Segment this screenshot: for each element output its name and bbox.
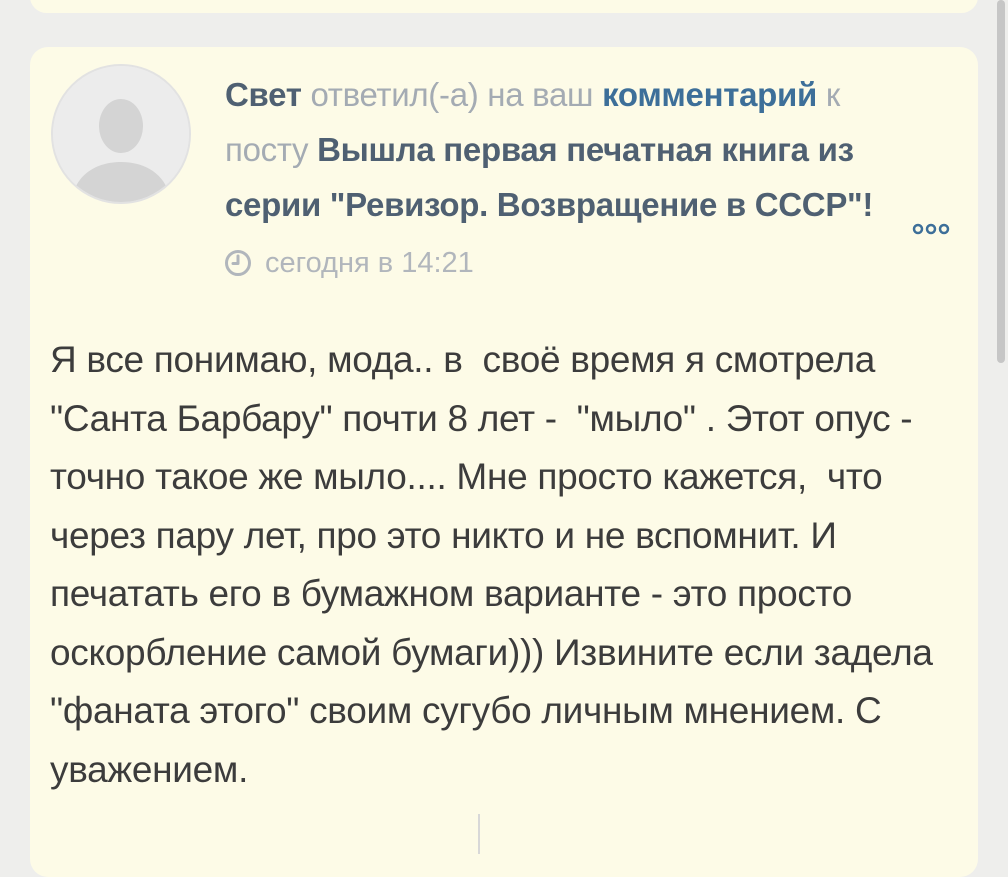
clock-icon — [225, 250, 251, 276]
scrollbar[interactable] — [996, 0, 1008, 841]
default-user-avatar-icon — [53, 66, 189, 202]
notification-card: Свет ответил(-а) на ваш комментарий к по… — [30, 47, 978, 877]
timestamp-row: сегодня в 14:21 — [223, 243, 474, 283]
previous-notification-card — [30, 0, 978, 13]
scrollbar-thumb[interactable] — [997, 0, 1005, 363]
more-dots-icon[interactable] — [910, 219, 952, 239]
comment-link[interactable]: комментарий — [602, 76, 817, 113]
comment-text: Я все понимаю, мода.. в своё время я смо… — [50, 339, 943, 790]
notification-header: Свет ответил(-а) на ваш комментарий к по… — [225, 67, 925, 232]
action-text: ответил(-а) на ваш — [301, 76, 603, 113]
actions-divider — [478, 814, 480, 854]
user-avatar[interactable] — [51, 64, 191, 204]
user-name-link[interactable]: Свет — [225, 76, 302, 113]
timestamp: сегодня в 14:21 — [265, 246, 474, 279]
post-title-link[interactable]: Вышла первая печатная книга из серии "Ре… — [225, 131, 873, 223]
